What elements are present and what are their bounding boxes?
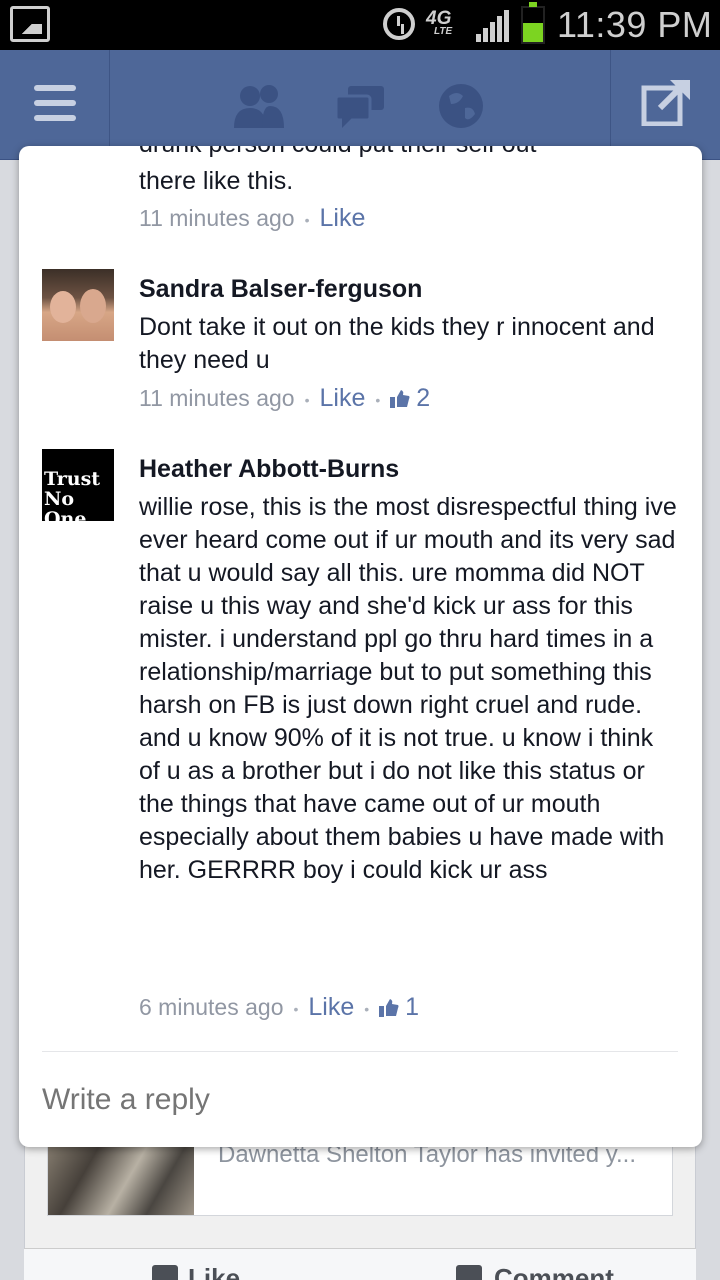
thumbs-up-icon — [379, 999, 399, 1017]
status-bar: 4G LTE 11:39 PM — [0, 0, 720, 50]
messages-icon[interactable] — [334, 84, 386, 130]
comment-meta: 11 minutes ago • Like — [139, 204, 366, 232]
comment-text-cut: drunk person could put their self out — [139, 146, 679, 161]
comment-time: 6 minutes ago — [139, 994, 284, 1020]
like-link[interactable]: Like — [319, 384, 365, 412]
battery-icon — [521, 2, 545, 44]
like-link[interactable]: Like — [308, 993, 354, 1021]
comment-meta: 6 minutes ago • Like • 1 — [139, 993, 420, 1021]
feed-like-button[interactable]: Like — [188, 1263, 240, 1280]
clock: 11:39 PM — [557, 4, 713, 45]
thumbs-up-icon — [390, 390, 410, 408]
reply-input[interactable] — [42, 1078, 662, 1122]
feed-actions: Like Comment — [24, 1248, 696, 1280]
like-count[interactable]: 2 — [390, 384, 430, 412]
signal-icon — [476, 10, 512, 42]
like-icon — [152, 1265, 178, 1280]
network-sub-label: LTE — [434, 26, 453, 37]
avatar[interactable] — [42, 269, 114, 341]
feed-comment-button[interactable]: Comment — [494, 1263, 614, 1280]
story-thumbnail — [48, 1135, 194, 1215]
like-count[interactable]: 1 — [379, 993, 419, 1021]
like-count-value: 1 — [405, 993, 420, 1021]
divider — [42, 1051, 678, 1052]
gallery-notification-icon — [10, 6, 50, 42]
avatar-image-text: Trust No One — [44, 468, 101, 521]
like-link[interactable]: Like — [319, 204, 365, 232]
comment-time: 11 minutes ago — [139, 385, 295, 411]
menu-icon[interactable] — [34, 85, 76, 121]
comment-meta: 11 minutes ago • Like • 2 — [139, 384, 431, 412]
commenter-name[interactable]: Heather Abbott-Burns — [139, 455, 399, 484]
comments-popup: drunk person could put their self out th… — [19, 146, 702, 1147]
like-count-value: 2 — [416, 384, 431, 412]
share-icon[interactable] — [640, 78, 692, 126]
comment-text: there like this. — [139, 167, 294, 195]
globe-icon[interactable] — [437, 82, 485, 130]
network-type: 4G LTE — [426, 8, 452, 37]
comment-text: Dont take it out on the kids they r inno… — [139, 313, 655, 374]
comment-text: willie rose, this is the most disrespect… — [139, 493, 677, 884]
avatar[interactable]: Trust No One — [42, 449, 114, 521]
comment-time: 11 minutes ago — [139, 205, 295, 231]
commenter-name[interactable]: Sandra Balser-ferguson — [139, 275, 422, 304]
friends-icon[interactable] — [232, 84, 286, 128]
comment-icon — [456, 1265, 482, 1280]
alarm-icon — [383, 8, 415, 40]
battery-level — [523, 23, 543, 42]
